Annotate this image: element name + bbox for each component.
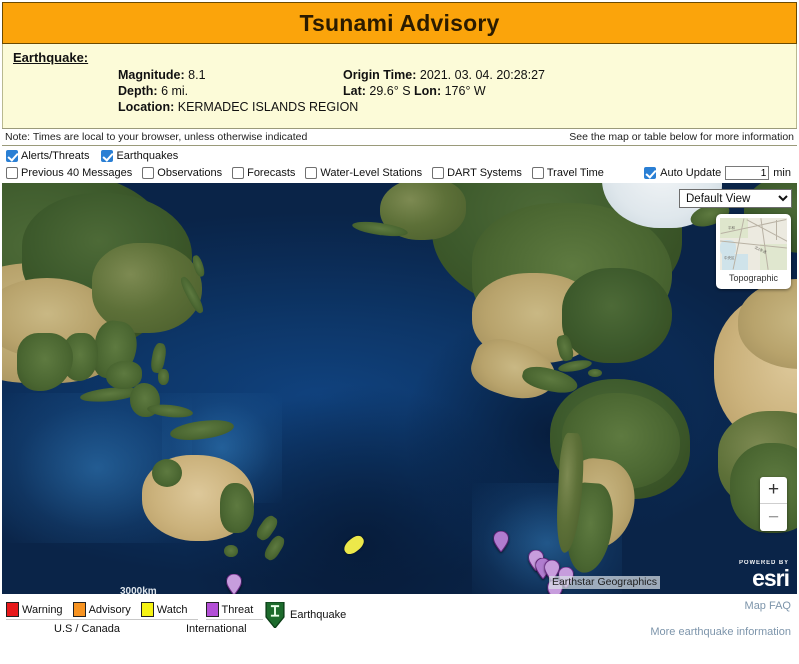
legend-caption-international: International	[186, 623, 247, 635]
basemap-thumbnail-label: Topographic	[728, 273, 779, 283]
filter-observations[interactable]: Observations	[142, 167, 222, 179]
zoom-in-button[interactable]: +	[760, 477, 787, 504]
page-title: Tsunami Advisory	[299, 9, 500, 36]
filter-earthquakes-label: Earthquakes	[116, 150, 179, 162]
legend-swatch-warning	[6, 602, 19, 617]
basemap-thumbnail-topographic[interactable]: 平和 中央区 北2条通	[720, 218, 787, 270]
filter-forecasts[interactable]: Forecasts	[232, 167, 295, 179]
checkbox-alerts-threats[interactable]	[6, 150, 18, 162]
esri-powered-by-text: POWERED BY	[738, 560, 789, 566]
checkbox-water-level-stations[interactable]	[305, 167, 318, 179]
legend-group-international: Threat	[205, 602, 264, 620]
esri-logo: POWERED BY esri	[738, 560, 790, 591]
filter-dart-systems-label: DART Systems	[447, 167, 522, 179]
depth-label: Depth:	[118, 84, 158, 98]
map-canvas[interactable]: Default View 平和 中央区 北2条通 Topographic + −…	[2, 183, 797, 594]
earthquake-details-grid: Magnitude: 8.1 Origin Time: 2021. 03. 04…	[13, 68, 790, 114]
auto-update-control: Auto Update min	[644, 166, 791, 180]
coordinates-field: Lat: 29.6° S Lon: 176° W	[343, 84, 790, 98]
checkbox-earthquakes[interactable]	[101, 150, 114, 162]
more-earthquake-information-link[interactable]: More earthquake information	[650, 626, 791, 638]
location-label: Location:	[118, 100, 175, 114]
legend-label-watch: Watch	[156, 603, 188, 616]
location-field: Location: KERMADEC ISLANDS REGION	[118, 100, 790, 114]
map-faq-link[interactable]: Map FAQ	[650, 600, 791, 612]
origin-time-value: 2021. 03. 04. 20:28:27	[419, 68, 545, 82]
origin-time-field: Origin Time: 2021. 03. 04. 20:28:27	[343, 68, 790, 82]
filter-row-secondary: Previous 40 Messages Observations Foreca…	[6, 165, 793, 181]
earthquake-info-panel: Earthquake: Magnitude: 8.1 Origin Time: …	[2, 44, 797, 128]
legend-caption-us-canada: U.S / Canada	[54, 623, 121, 635]
lon-value: 176° W	[444, 84, 486, 98]
lat-value: 29.6° S	[369, 84, 411, 98]
tsunami-advisory-page: Tsunami Advisory Earthquake: Magnitude: …	[0, 0, 799, 664]
legend-swatch-row: Warning Advisory Watch Threat	[6, 602, 264, 620]
scale-km-label: 3000km	[120, 586, 157, 594]
checkbox-observations[interactable]	[142, 167, 155, 179]
map-zoom-control[interactable]: + −	[760, 477, 787, 531]
filter-water-level-stations[interactable]: Water-Level Stations	[305, 167, 422, 179]
depth-field: Depth: 6 mi.	[118, 84, 343, 98]
filter-alerts-threats[interactable]: Alerts/Threats	[6, 150, 89, 162]
esri-brand-name: esri	[752, 565, 790, 591]
map-view-select[interactable]: Default View	[679, 189, 792, 208]
checkbox-forecasts[interactable]	[232, 167, 245, 179]
legend-swatch-threat	[205, 602, 219, 617]
lat-label: Lat:	[343, 84, 366, 98]
filter-earthquakes[interactable]: Earthquakes	[101, 150, 178, 162]
legend-earthquake-entry: Earthquake	[264, 602, 346, 628]
map-attribution: Earthstar Geographics	[548, 576, 660, 589]
filter-observations-label: Observations	[157, 167, 223, 179]
legend-group-us-canada: Warning Advisory Watch	[6, 602, 198, 620]
auto-update-label: Auto Update	[660, 167, 722, 179]
map-basemap-imagery	[2, 183, 797, 594]
earthquake-icon	[265, 602, 285, 628]
threat-pin-marker[interactable]	[226, 574, 242, 594]
zoom-out-button[interactable]: −	[760, 504, 787, 531]
magnitude-value: 8.1	[188, 68, 206, 82]
auto-update-unit: min	[773, 167, 791, 179]
magnitude-field: Magnitude: 8.1	[118, 68, 343, 82]
basemap-switcher[interactable]: 平和 中央区 北2条通 Topographic	[716, 214, 791, 289]
filter-previous-40-messages[interactable]: Previous 40 Messages	[6, 167, 132, 179]
legend-label-threat: Threat	[221, 603, 254, 616]
page-title-bar: Tsunami Advisory	[2, 2, 797, 44]
legend-label-warning: Warning	[22, 603, 63, 616]
magnitude-label: Magnitude:	[118, 68, 185, 82]
filter-water-level-stations-label: Water-Level Stations	[320, 167, 423, 179]
auto-update-interval-input[interactable]	[725, 166, 770, 180]
filter-travel-time-label: Travel Time	[546, 167, 604, 179]
map-legend: Warning Advisory Watch Threat U.S / Cana…	[2, 594, 797, 664]
legend-links: Map FAQ More earthquake information	[650, 600, 791, 638]
location-value: KERMADEC ISLANDS REGION	[177, 100, 359, 114]
note-left-text: Note: Times are local to your browser, u…	[5, 131, 308, 143]
filter-previous-40-messages-label: Previous 40 Messages	[21, 167, 133, 179]
filter-row-primary: Alerts/Threats Earthquakes	[6, 148, 793, 164]
checkbox-dart-systems[interactable]	[432, 167, 445, 179]
checkbox-auto-update[interactable]	[644, 167, 657, 179]
checkbox-previous-40-messages[interactable]	[6, 167, 18, 179]
filter-dart-systems[interactable]: DART Systems	[432, 167, 522, 179]
threat-pin-marker[interactable]	[493, 531, 509, 552]
filter-travel-time[interactable]: Travel Time	[531, 167, 604, 179]
earthquake-section-label: Earthquake:	[13, 50, 89, 65]
filter-alerts-threats-label: Alerts/Threats	[21, 150, 90, 162]
legend-swatch-watch	[140, 602, 154, 617]
legend-swatch-advisory	[72, 602, 86, 617]
origin-time-label: Origin Time:	[343, 68, 417, 82]
legend-label-advisory: Advisory	[88, 603, 131, 616]
legend-label-earthquake: Earthquake	[290, 609, 347, 621]
note-row: Note: Times are local to your browser, u…	[2, 128, 797, 146]
checkbox-travel-time[interactable]	[531, 167, 544, 179]
depth-value: 6 mi.	[161, 84, 189, 98]
lon-label: Lon:	[414, 84, 442, 98]
note-right-text: See the map or table below for more info…	[569, 131, 794, 143]
filter-forecasts-label: Forecasts	[247, 167, 296, 179]
layer-filter-toolbar: Alerts/Threats Earthquakes Previous 40 M…	[2, 146, 797, 183]
